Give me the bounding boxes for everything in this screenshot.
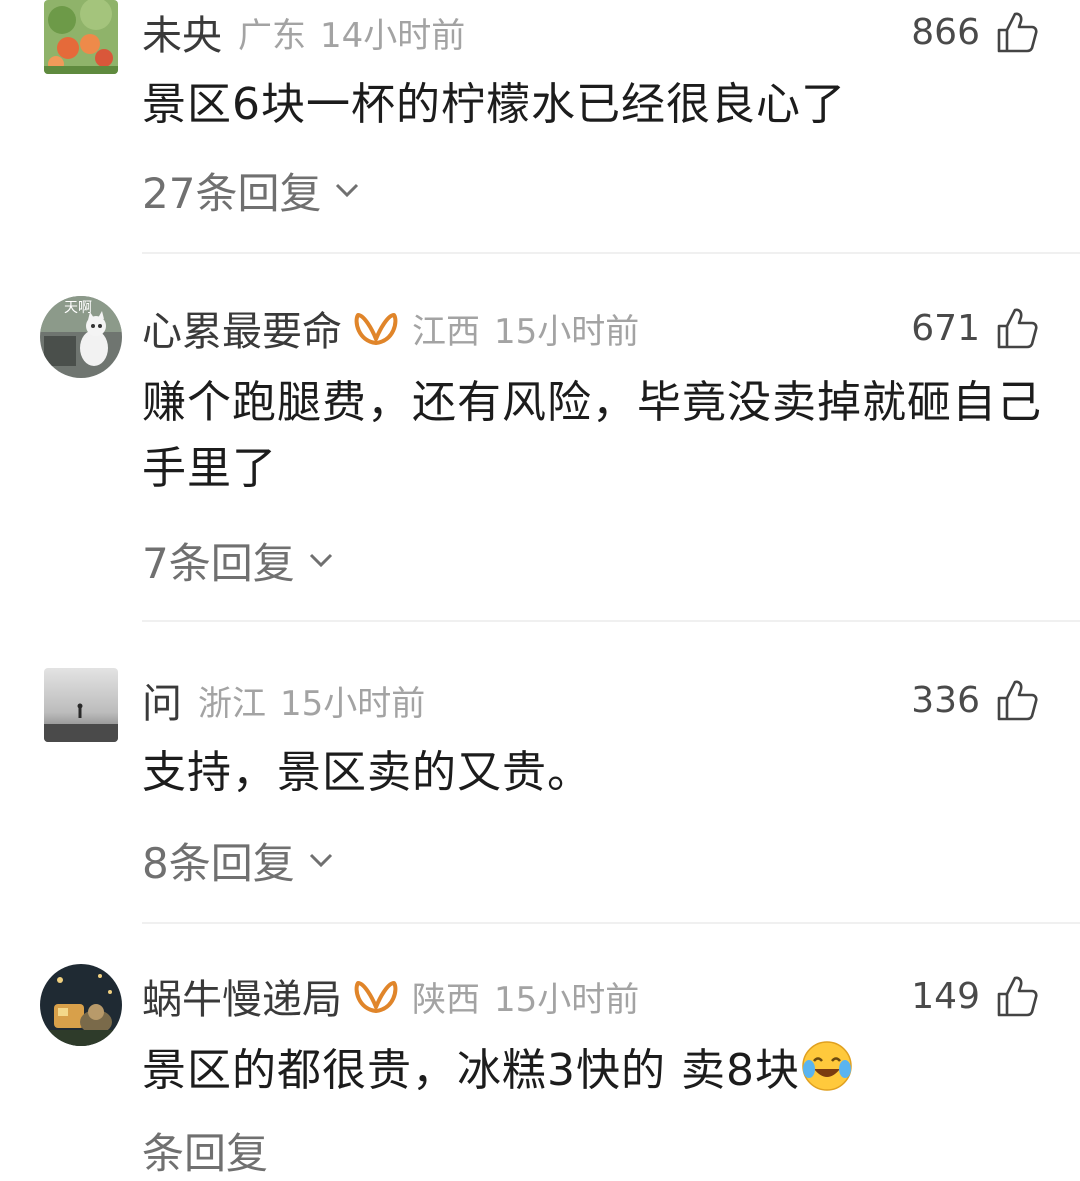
vip-badge-icon [354,313,398,345]
location: 陕西 [412,979,480,1020]
like-count: 671 [911,307,980,349]
comment-text: 景区6块一杯的柠檬水已经很良心了 [142,79,846,130]
divider [142,922,1080,924]
comment-item: 未央 广东 14小时前 866 景区6块一杯的柠檬水已经很良心了 27条回复 [0,0,1080,254]
avatar[interactable] [44,668,118,742]
like-button[interactable]: 671 [911,302,1038,354]
laughing-crying-emoji-icon [802,1041,852,1091]
thumbs-up-icon [997,680,1038,721]
comment-meta: 蜗牛慢递局 陕西 15小时前 [142,967,640,1025]
thumbs-up-icon [997,12,1038,53]
chevron-down-icon [336,183,359,198]
comment-meta: 未央 广东 14小时前 [142,3,466,61]
like-button[interactable]: 866 [911,6,1038,58]
thumbs-up-icon [997,976,1038,1017]
divider [142,620,1080,622]
comment-text: 赚个跑腿费，还有风险，毕竟没卖掉就砸自己手里了 [142,377,1042,494]
view-replies-button[interactable]: 8条回复 [142,834,335,888]
reply-count: 27条回复 [142,168,322,218]
location: 浙江 [198,683,266,724]
location: 江西 [412,311,480,352]
vip-badge-icon [354,981,398,1013]
divider [142,252,1080,254]
chevron-down-icon [309,553,332,568]
avatar[interactable] [40,964,122,1046]
timestamp: 15小时前 [280,683,426,724]
comment-text: 景区的都很贵，冰糕3快的 卖8块 [142,1038,1042,1104]
reply-count: 条回复 [142,1128,269,1178]
comment-item: 蜗牛慢递局 陕西 15小时前 149 景区的都很贵，冰糕3快的 卖8块 条回复 [0,964,1080,1178]
comment-text-content: 景区的都很贵，冰糕3快的 卖8块 [142,1045,800,1096]
username[interactable]: 蜗牛慢递局 [142,967,342,1025]
timestamp: 14小时前 [320,15,466,56]
avatar[interactable]: 天啊 [40,296,122,378]
view-replies-button[interactable]: 条回复 [142,1124,268,1178]
like-count: 866 [911,11,980,53]
like-button[interactable]: 336 [911,674,1038,726]
timestamp: 15小时前 [494,311,640,352]
thumbs-up-icon [997,308,1038,349]
comment-meta: 心累最要命 江西 15小时前 [142,299,640,357]
username[interactable]: 心累最要命 [142,299,342,357]
view-replies-button[interactable]: 7条回复 [142,534,335,588]
comment-meta: 问 浙江 15小时前 [142,671,426,729]
view-replies-button[interactable]: 27条回复 [142,164,361,218]
comment-item: 问 浙江 15小时前 336 支持，景区卖的又贵。 8条回复 [0,668,1080,924]
username[interactable]: 未央 [142,3,222,61]
chevron-down-icon [309,853,332,868]
comment-item: 天啊 心累最要命 江西 15小时前 671 赚个跑腿费，还有风险，毕竟没卖掉就砸… [0,296,1080,626]
location: 广东 [238,15,306,56]
timestamp: 15小时前 [494,979,640,1020]
reply-count: 7条回复 [142,538,295,588]
avatar-caption: 天啊 [64,300,92,316]
username[interactable]: 问 [142,671,182,729]
reply-count: 8条回复 [142,838,295,888]
avatar[interactable] [44,0,118,74]
like-count: 149 [911,975,980,1017]
comment-text: 支持，景区卖的又贵。 [142,747,592,798]
like-button[interactable]: 149 [911,970,1038,1022]
like-count: 336 [911,679,980,721]
